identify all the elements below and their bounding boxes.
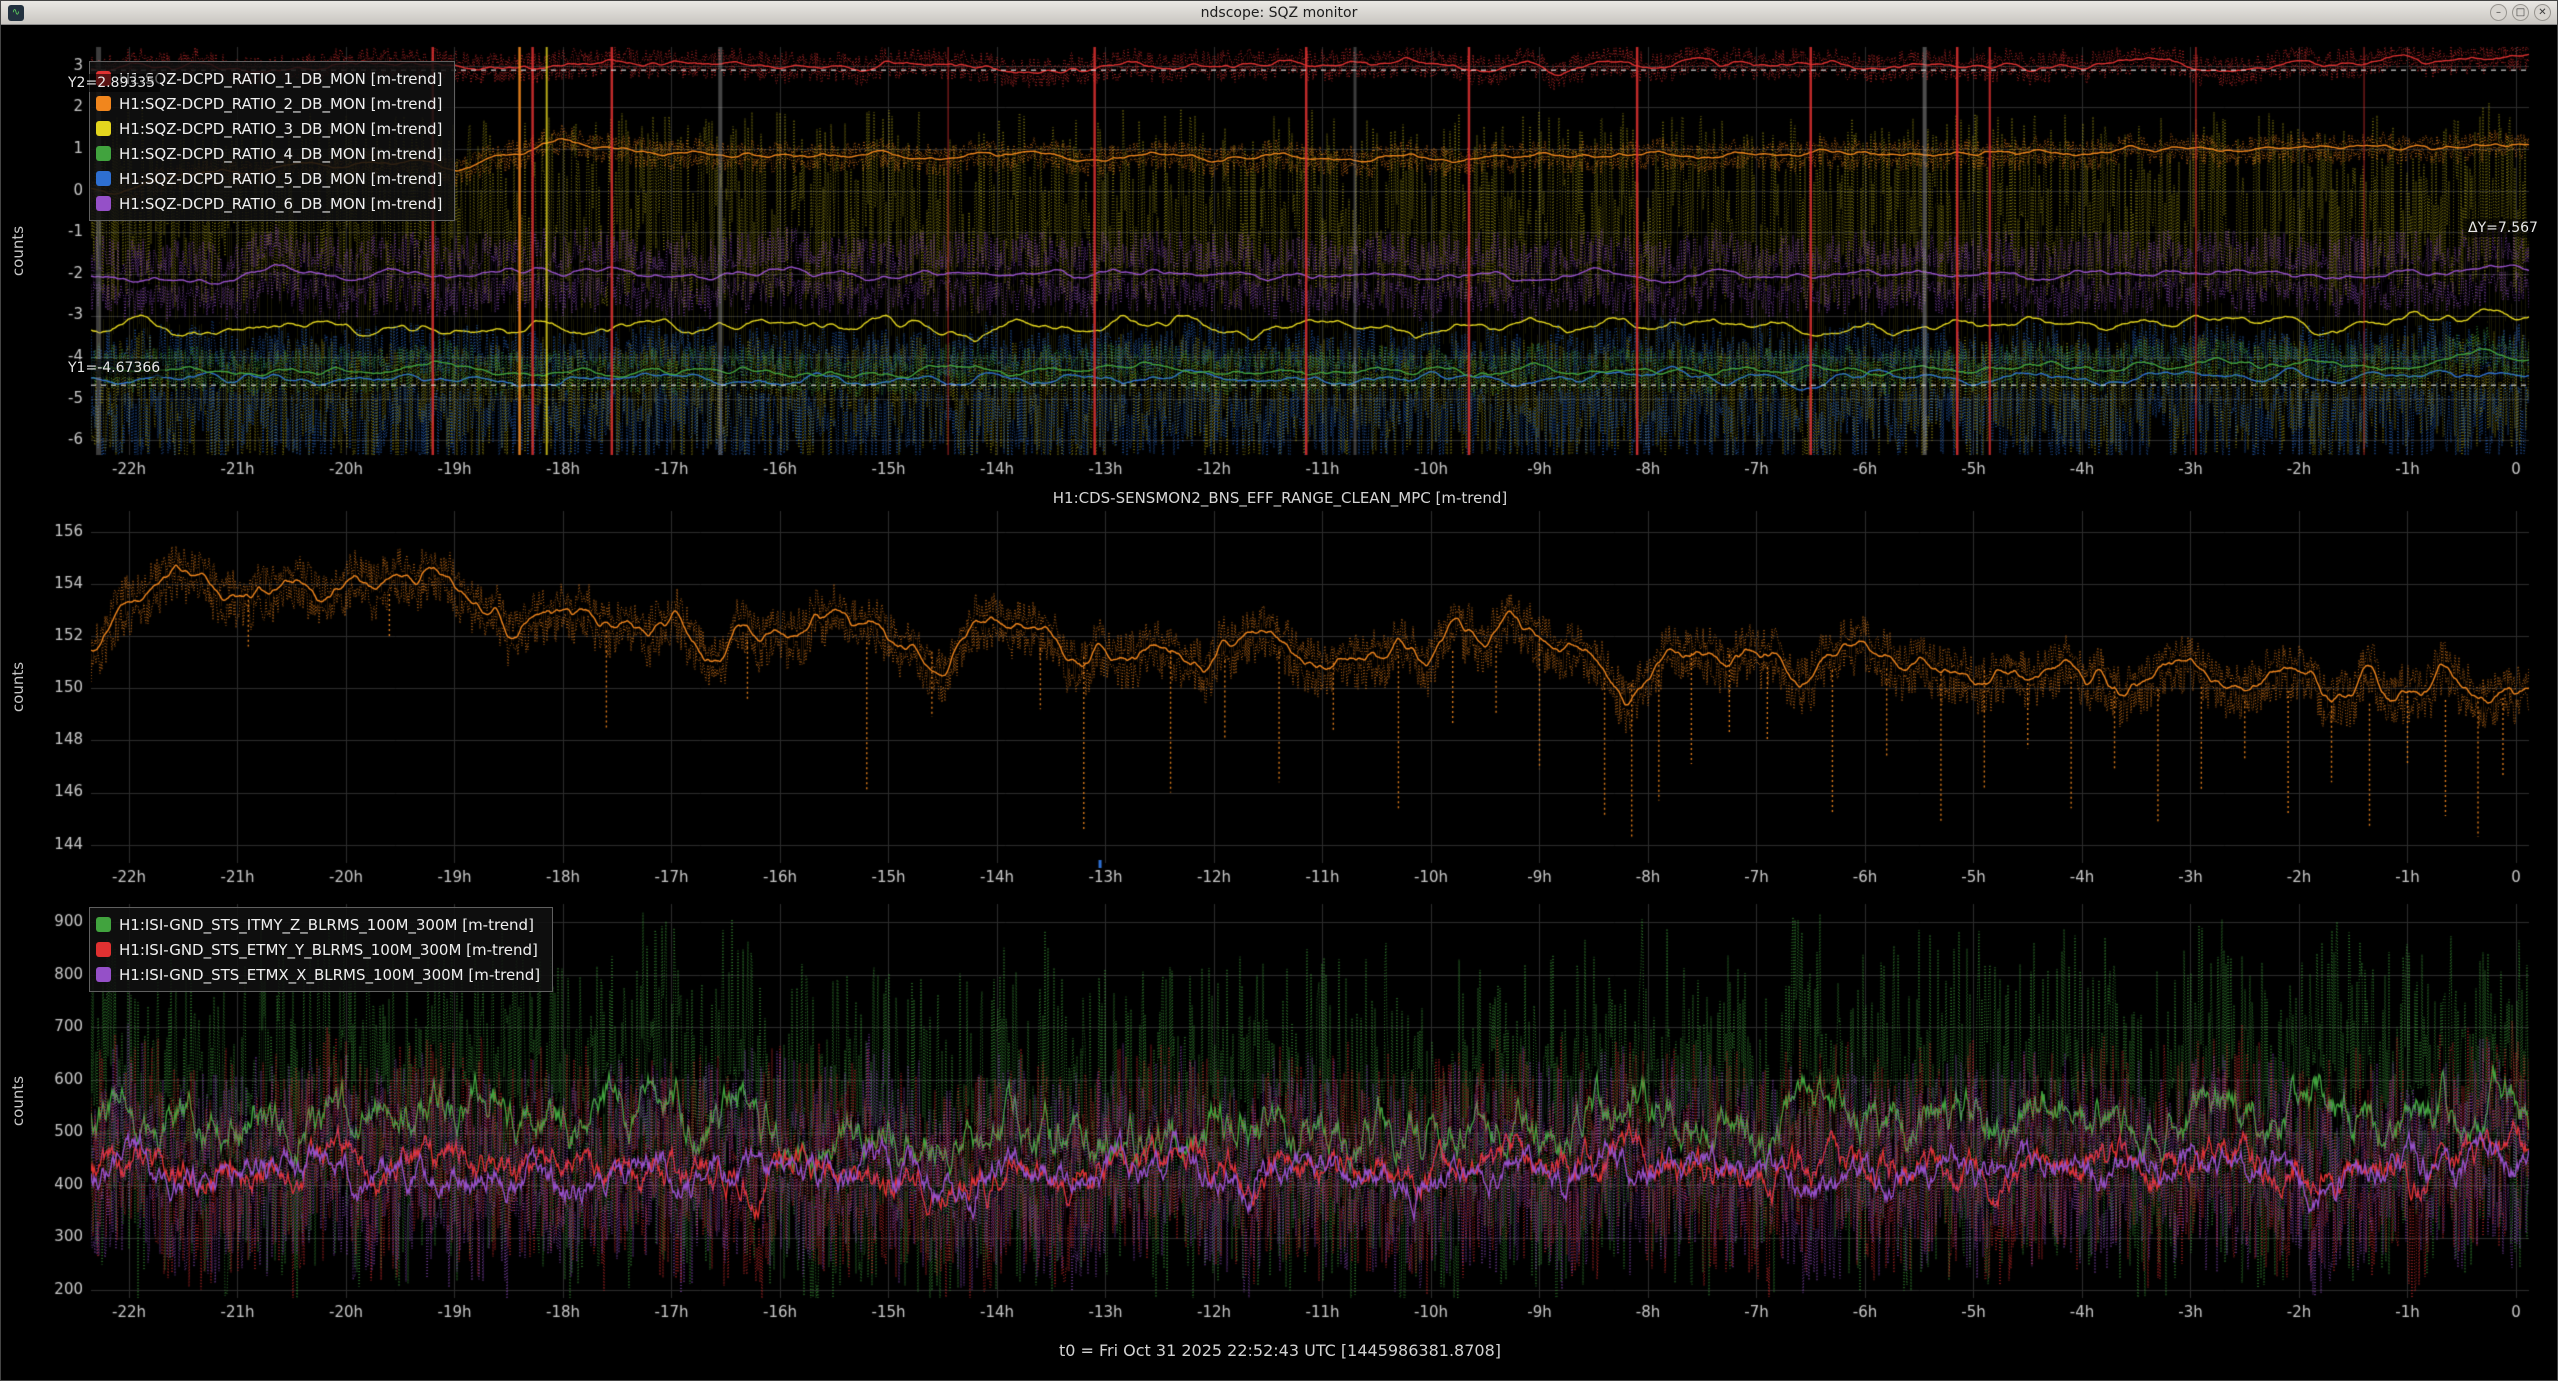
legend-label: H1:ISI-GND_STS_ITMY_Z_BLRMS_100M_300M [m… [119, 916, 534, 934]
minimize-button[interactable]: – [2490, 4, 2507, 21]
legend-swatch [96, 96, 111, 111]
legend-swatch [96, 196, 111, 211]
legend-label: H1:SQZ-DCPD_RATIO_6_DB_MON [m-trend] [119, 195, 442, 213]
legend-item: H1:ISI-GND_STS_ITMY_Z_BLRMS_100M_300M [m… [96, 912, 540, 937]
maximize-button[interactable]: □ [2512, 4, 2529, 21]
legend-swatch [96, 146, 111, 161]
legend-item: H1:ISI-GND_STS_ETMX_X_BLRMS_100M_300M [m… [96, 962, 540, 987]
legend-swatch [96, 171, 111, 186]
legend-label: H1:SQZ-DCPD_RATIO_1_DB_MON [m-trend] [119, 70, 442, 88]
legend-label: H1:SQZ-DCPD_RATIO_4_DB_MON [m-trend] [119, 145, 442, 163]
ndscope-window: { "window": { "title": "ndscope: SQZ mon… [0, 0, 2558, 1381]
legend-label: H1:ISI-GND_STS_ETMX_X_BLRMS_100M_300M [m… [119, 966, 540, 984]
legend-swatch [96, 917, 111, 932]
legend-label: H1:ISI-GND_STS_ETMY_Y_BLRMS_100M_300M [m… [119, 941, 538, 959]
legend-item: H1:SQZ-DCPD_RATIO_2_DB_MON [m-trend] [96, 91, 442, 116]
cursor-y1-label[interactable]: Y1=-4.67366 [63, 359, 165, 377]
legend-swatch [96, 942, 111, 957]
t0-status: t0 = Fri Oct 31 2025 22:52:43 UTC [14459… [1, 1341, 2558, 1360]
legend-item: H1:ISI-GND_STS_ETMY_Y_BLRMS_100M_300M [m… [96, 937, 540, 962]
cursor-dy-label: ΔY=7.567 [2463, 219, 2543, 237]
cursor-y2-label[interactable]: Y2=2.89335 [63, 74, 160, 92]
legend-item: H1:SQZ-DCPD_RATIO_4_DB_MON [m-trend] [96, 141, 442, 166]
legend-label: H1:SQZ-DCPD_RATIO_3_DB_MON [m-trend] [119, 120, 442, 138]
window-titlebar[interactable]: ∿ ndscope: SQZ monitor – □ ✕ [1, 1, 2557, 25]
close-button[interactable]: ✕ [2534, 4, 2551, 21]
legend-swatch [96, 967, 111, 982]
plot2-canvas[interactable] [1, 485, 2558, 891]
plot3-legend[interactable]: H1:ISI-GND_STS_ITMY_Z_BLRMS_100M_300M [m… [89, 907, 553, 992]
window-title: ndscope: SQZ monitor [1201, 5, 1358, 21]
legend-label: H1:SQZ-DCPD_RATIO_2_DB_MON [m-trend] [119, 95, 442, 113]
legend-item: H1:SQZ-DCPD_RATIO_5_DB_MON [m-trend] [96, 166, 442, 191]
legend-item: H1:SQZ-DCPD_RATIO_6_DB_MON [m-trend] [96, 191, 442, 216]
app-icon: ∿ [8, 5, 24, 21]
legend-swatch [96, 121, 111, 136]
legend-item: H1:SQZ-DCPD_RATIO_3_DB_MON [m-trend] [96, 116, 442, 141]
window-controls: – □ ✕ [2490, 4, 2551, 21]
plot2-title: H1:CDS-SENSMON2_BNS_EFF_RANGE_CLEAN_MPC … [1, 489, 2558, 507]
legend-label: H1:SQZ-DCPD_RATIO_5_DB_MON [m-trend] [119, 170, 442, 188]
